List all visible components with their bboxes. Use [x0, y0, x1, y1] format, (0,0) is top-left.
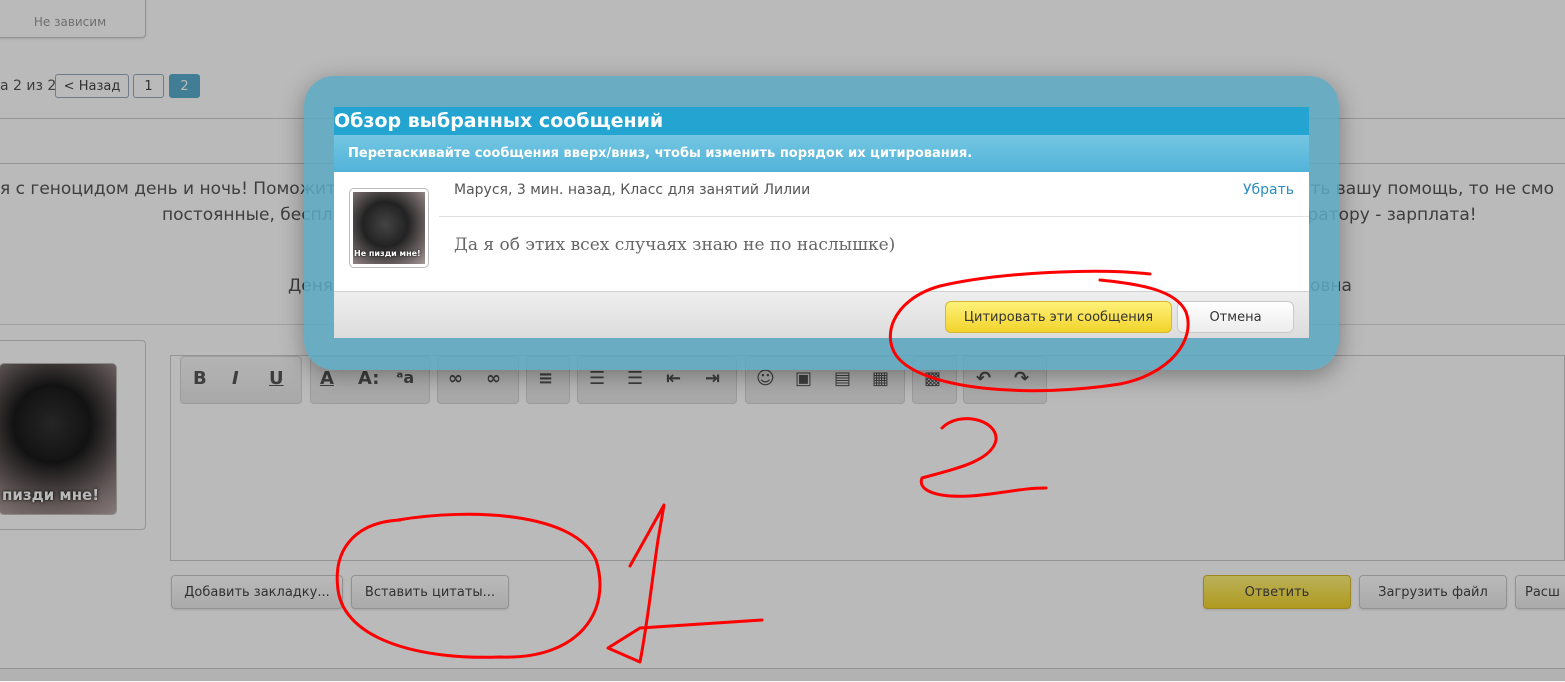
dialog-title: Обзор выбранных сообщений — [334, 107, 1309, 135]
message-avatar-caption: Не пизди мне! — [354, 249, 421, 258]
message-separator — [439, 216, 1309, 217]
dialog-footer: Цитировать эти сообщения Отмена — [334, 291, 1309, 338]
quote-messages-button[interactable]: Цитировать эти сообщения — [945, 301, 1172, 333]
quote-messages-label: Цитировать эти сообщения — [963, 309, 1154, 325]
selected-message-item[interactable]: Не пизди мне! Маруся, 3 мин. назад, Клас… — [334, 172, 1309, 291]
message-avatar: Не пизди мне! — [349, 188, 429, 268]
cancel-button[interactable]: Отмена — [1177, 301, 1294, 333]
remove-message-link[interactable]: Убрать — [1243, 182, 1294, 198]
message-text: Да я об этих всех случаях знаю не по нас… — [454, 235, 896, 255]
message-meta: Маруся, 3 мин. назад, Класс для занятий … — [454, 182, 811, 198]
dialog-subtitle: Перетаскивайте сообщения вверх/вниз, что… — [334, 135, 1309, 172]
cancel-label: Отмена — [1209, 309, 1262, 325]
selected-messages-dialog: Обзор выбранных сообщений Перетаскивайте… — [334, 107, 1309, 338]
cat-avatar-image: Не пизди мне! — [353, 192, 425, 264]
